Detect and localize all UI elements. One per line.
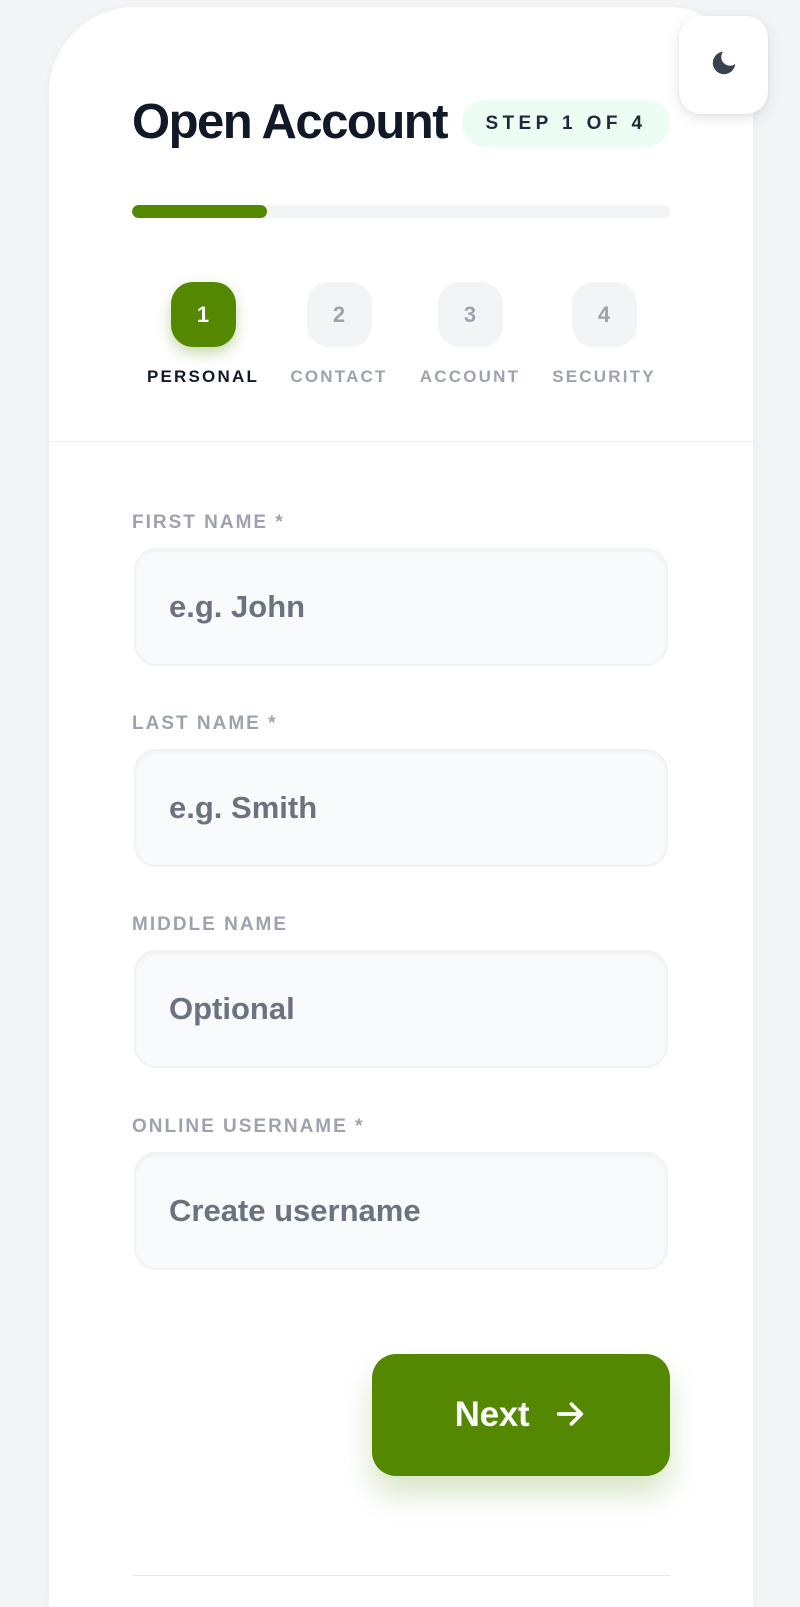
middle-name-input[interactable]	[134, 950, 668, 1068]
step-number: 2	[306, 282, 372, 347]
moon-icon	[709, 48, 739, 83]
step-security[interactable]: 4 SECURITY	[529, 282, 679, 387]
step-personal[interactable]: 1 PERSONAL	[128, 282, 278, 387]
step-number: 4	[571, 282, 637, 347]
step-label: SECURITY	[552, 367, 656, 386]
step-account[interactable]: 3 ACCOUNT	[395, 282, 545, 387]
next-button[interactable]: Next	[372, 1354, 670, 1476]
step-badge: STEP 1 OF 4	[462, 100, 670, 147]
progress-bar	[132, 205, 670, 218]
next-button-label: Next	[454, 1395, 530, 1434]
footer-divider	[132, 1575, 670, 1576]
page-title: Open Account	[132, 95, 449, 149]
first-name-label: FIRST NAME *	[132, 512, 285, 533]
step-contact[interactable]: 2 CONTACT	[264, 282, 414, 387]
first-name-input[interactable]	[134, 548, 668, 666]
username-label: ONLINE USERNAME *	[132, 1116, 365, 1137]
step-number: 1	[170, 282, 236, 347]
theme-toggle-button[interactable]	[679, 16, 768, 114]
last-name-label: LAST NAME *	[132, 713, 278, 734]
step-label: CONTACT	[290, 367, 388, 386]
middle-name-label: MIDDLE NAME	[132, 914, 289, 935]
step-label: ACCOUNT	[419, 367, 521, 386]
last-name-input[interactable]	[134, 749, 668, 867]
progress-bar-fill	[132, 205, 267, 218]
section-divider	[49, 441, 753, 442]
arrow-right-icon	[553, 1397, 587, 1434]
step-label: PERSONAL	[146, 367, 260, 386]
username-input[interactable]	[134, 1152, 668, 1270]
step-number: 3	[437, 282, 503, 347]
